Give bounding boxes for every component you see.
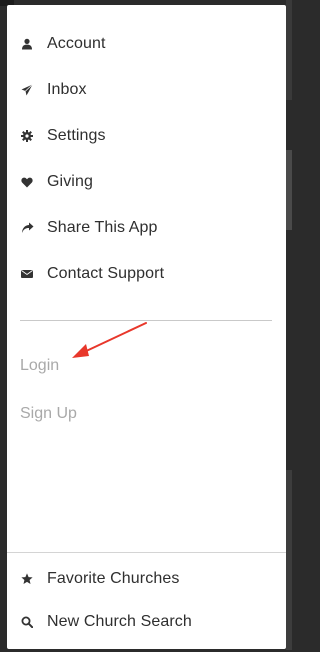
menu-item-contact-support[interactable]: Contact Support	[7, 254, 286, 294]
envelope-icon	[20, 267, 34, 281]
footer-divider	[7, 552, 286, 553]
gear-icon	[20, 129, 34, 143]
menu-divider	[20, 320, 272, 321]
menu-item-label: Contact Support	[47, 265, 165, 282]
heart-icon	[20, 175, 34, 189]
menu-item-share-this-app[interactable]: Share This App	[7, 208, 286, 248]
backdrop-strip	[286, 150, 292, 230]
user-icon	[20, 37, 34, 51]
menu-item-label: Account	[47, 35, 106, 52]
navigation-drawer: Account Inbox Settings Giving Share This…	[7, 5, 286, 649]
login-link[interactable]: Login	[20, 357, 59, 375]
menu-item-inbox[interactable]: Inbox	[7, 70, 286, 110]
menu-item-label: Share This App	[47, 219, 158, 236]
backdrop-strip	[286, 470, 292, 650]
menu-item-label: New Church Search	[47, 613, 192, 630]
menu-item-label: Giving	[47, 173, 93, 190]
paper-plane-icon	[20, 83, 34, 97]
menu-item-label: Inbox	[47, 81, 87, 98]
share-arrow-icon	[20, 221, 34, 235]
signup-link[interactable]: Sign Up	[20, 405, 77, 423]
menu-item-giving[interactable]: Giving	[7, 162, 286, 202]
menu-item-label: Settings	[47, 127, 106, 144]
menu-item-favorite-churches[interactable]: Favorite Churches	[7, 559, 286, 599]
star-icon	[20, 572, 34, 586]
menu-item-new-church-search[interactable]: New Church Search	[7, 602, 286, 642]
menu-item-account[interactable]: Account	[7, 24, 286, 64]
search-icon	[20, 615, 34, 629]
backdrop-strip	[286, 0, 292, 100]
menu-item-label: Favorite Churches	[47, 570, 180, 587]
menu-item-settings[interactable]: Settings	[7, 116, 286, 156]
